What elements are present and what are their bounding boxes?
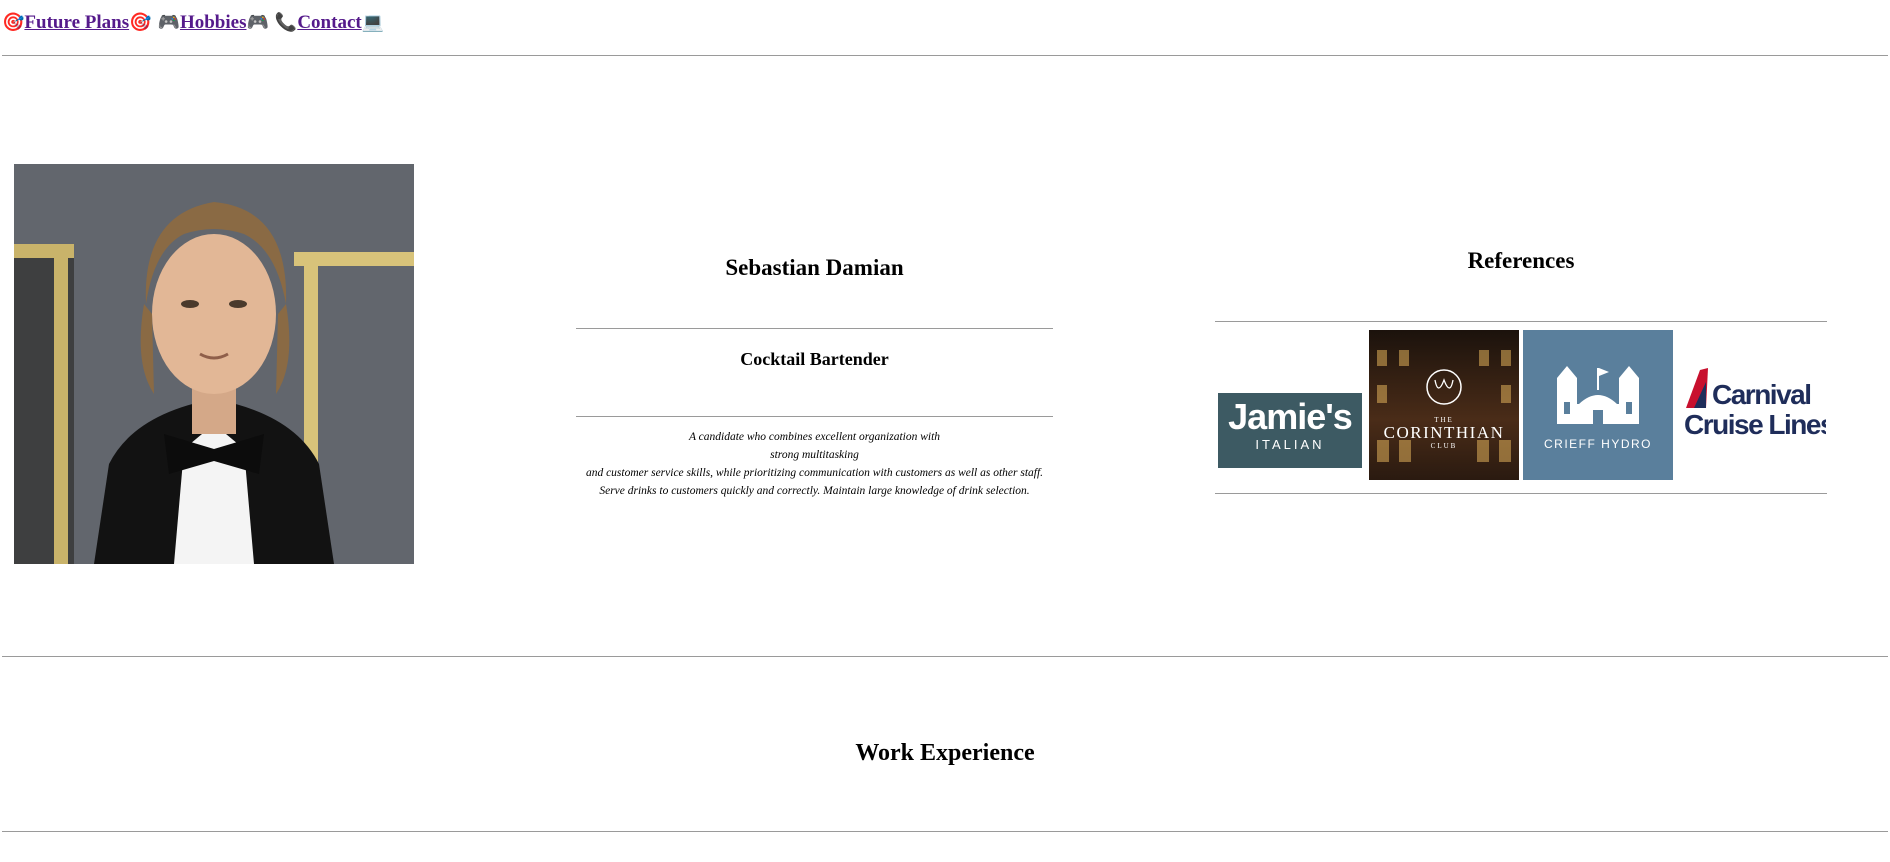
- references-top-divider: [1215, 321, 1827, 322]
- role-divider: [576, 416, 1053, 417]
- corinthian-logo-name: CORINTHIAN: [1384, 423, 1505, 442]
- phone-icon: 📞: [274, 12, 298, 32]
- name-divider: [576, 328, 1053, 329]
- work-divider: [2, 831, 1888, 832]
- profile-summary: A candidate who combines excellent organ…: [576, 428, 1053, 500]
- gamepad-icon: 🎮: [157, 12, 180, 32]
- corinthian-club-logo[interactable]: THE CORINTHIAN CLUB: [1369, 330, 1519, 480]
- target-icon: 🎯: [129, 12, 152, 32]
- crieff-hydro-logo[interactable]: CRIEFF HYDRO: [1523, 330, 1673, 480]
- profile-name: Sebastian Damian: [725, 255, 904, 280]
- summary-line: strong multitasking: [770, 449, 859, 461]
- references-title: References: [1467, 248, 1575, 273]
- summary-line: A candidate who combines excellent organ…: [688, 431, 941, 443]
- nav-divider: [2, 55, 1888, 56]
- jamies-italian-logo[interactable]: Jamie's ITALIAN: [1218, 393, 1362, 468]
- gamepad-icon: 🎮: [246, 12, 269, 32]
- references-bottom-divider: [1215, 493, 1827, 494]
- profile-photo: [14, 164, 414, 564]
- top-nav: 🎯Future Plans🎯 🎮Hobbies🎮 📞Contact💻: [2, 12, 384, 34]
- summary-line: Serve drinks to customers quickly and co…: [599, 485, 1030, 497]
- jamie-logo-name: Jamie's: [1228, 396, 1353, 437]
- crieff-logo-name: CRIEFF HYDRO: [1544, 437, 1652, 451]
- profile-role: Cocktail Bartender: [740, 349, 889, 369]
- target-icon: 🎯: [2, 12, 25, 32]
- laptop-icon: 💻: [361, 12, 385, 32]
- carnival-logo-name: Carnival: [1712, 379, 1811, 410]
- nav-link-future-plans[interactable]: Future Plans: [24, 12, 129, 33]
- nav-link-contact[interactable]: Contact: [297, 12, 361, 33]
- corinthian-logo-club: CLUB: [1431, 442, 1458, 450]
- work-experience-title: Work Experience: [855, 740, 1035, 766]
- section-divider: [2, 656, 1888, 657]
- summary-line: and customer service skills, while prior…: [585, 467, 1044, 479]
- carnival-logo-sub: Cruise Lines: [1684, 409, 1826, 440]
- jamie-logo-sub: ITALIAN: [1255, 437, 1325, 452]
- nav-link-hobbies[interactable]: Hobbies: [180, 12, 247, 33]
- carnival-cruise-lines-logo[interactable]: Carnival Cruise Lines: [1680, 360, 1826, 450]
